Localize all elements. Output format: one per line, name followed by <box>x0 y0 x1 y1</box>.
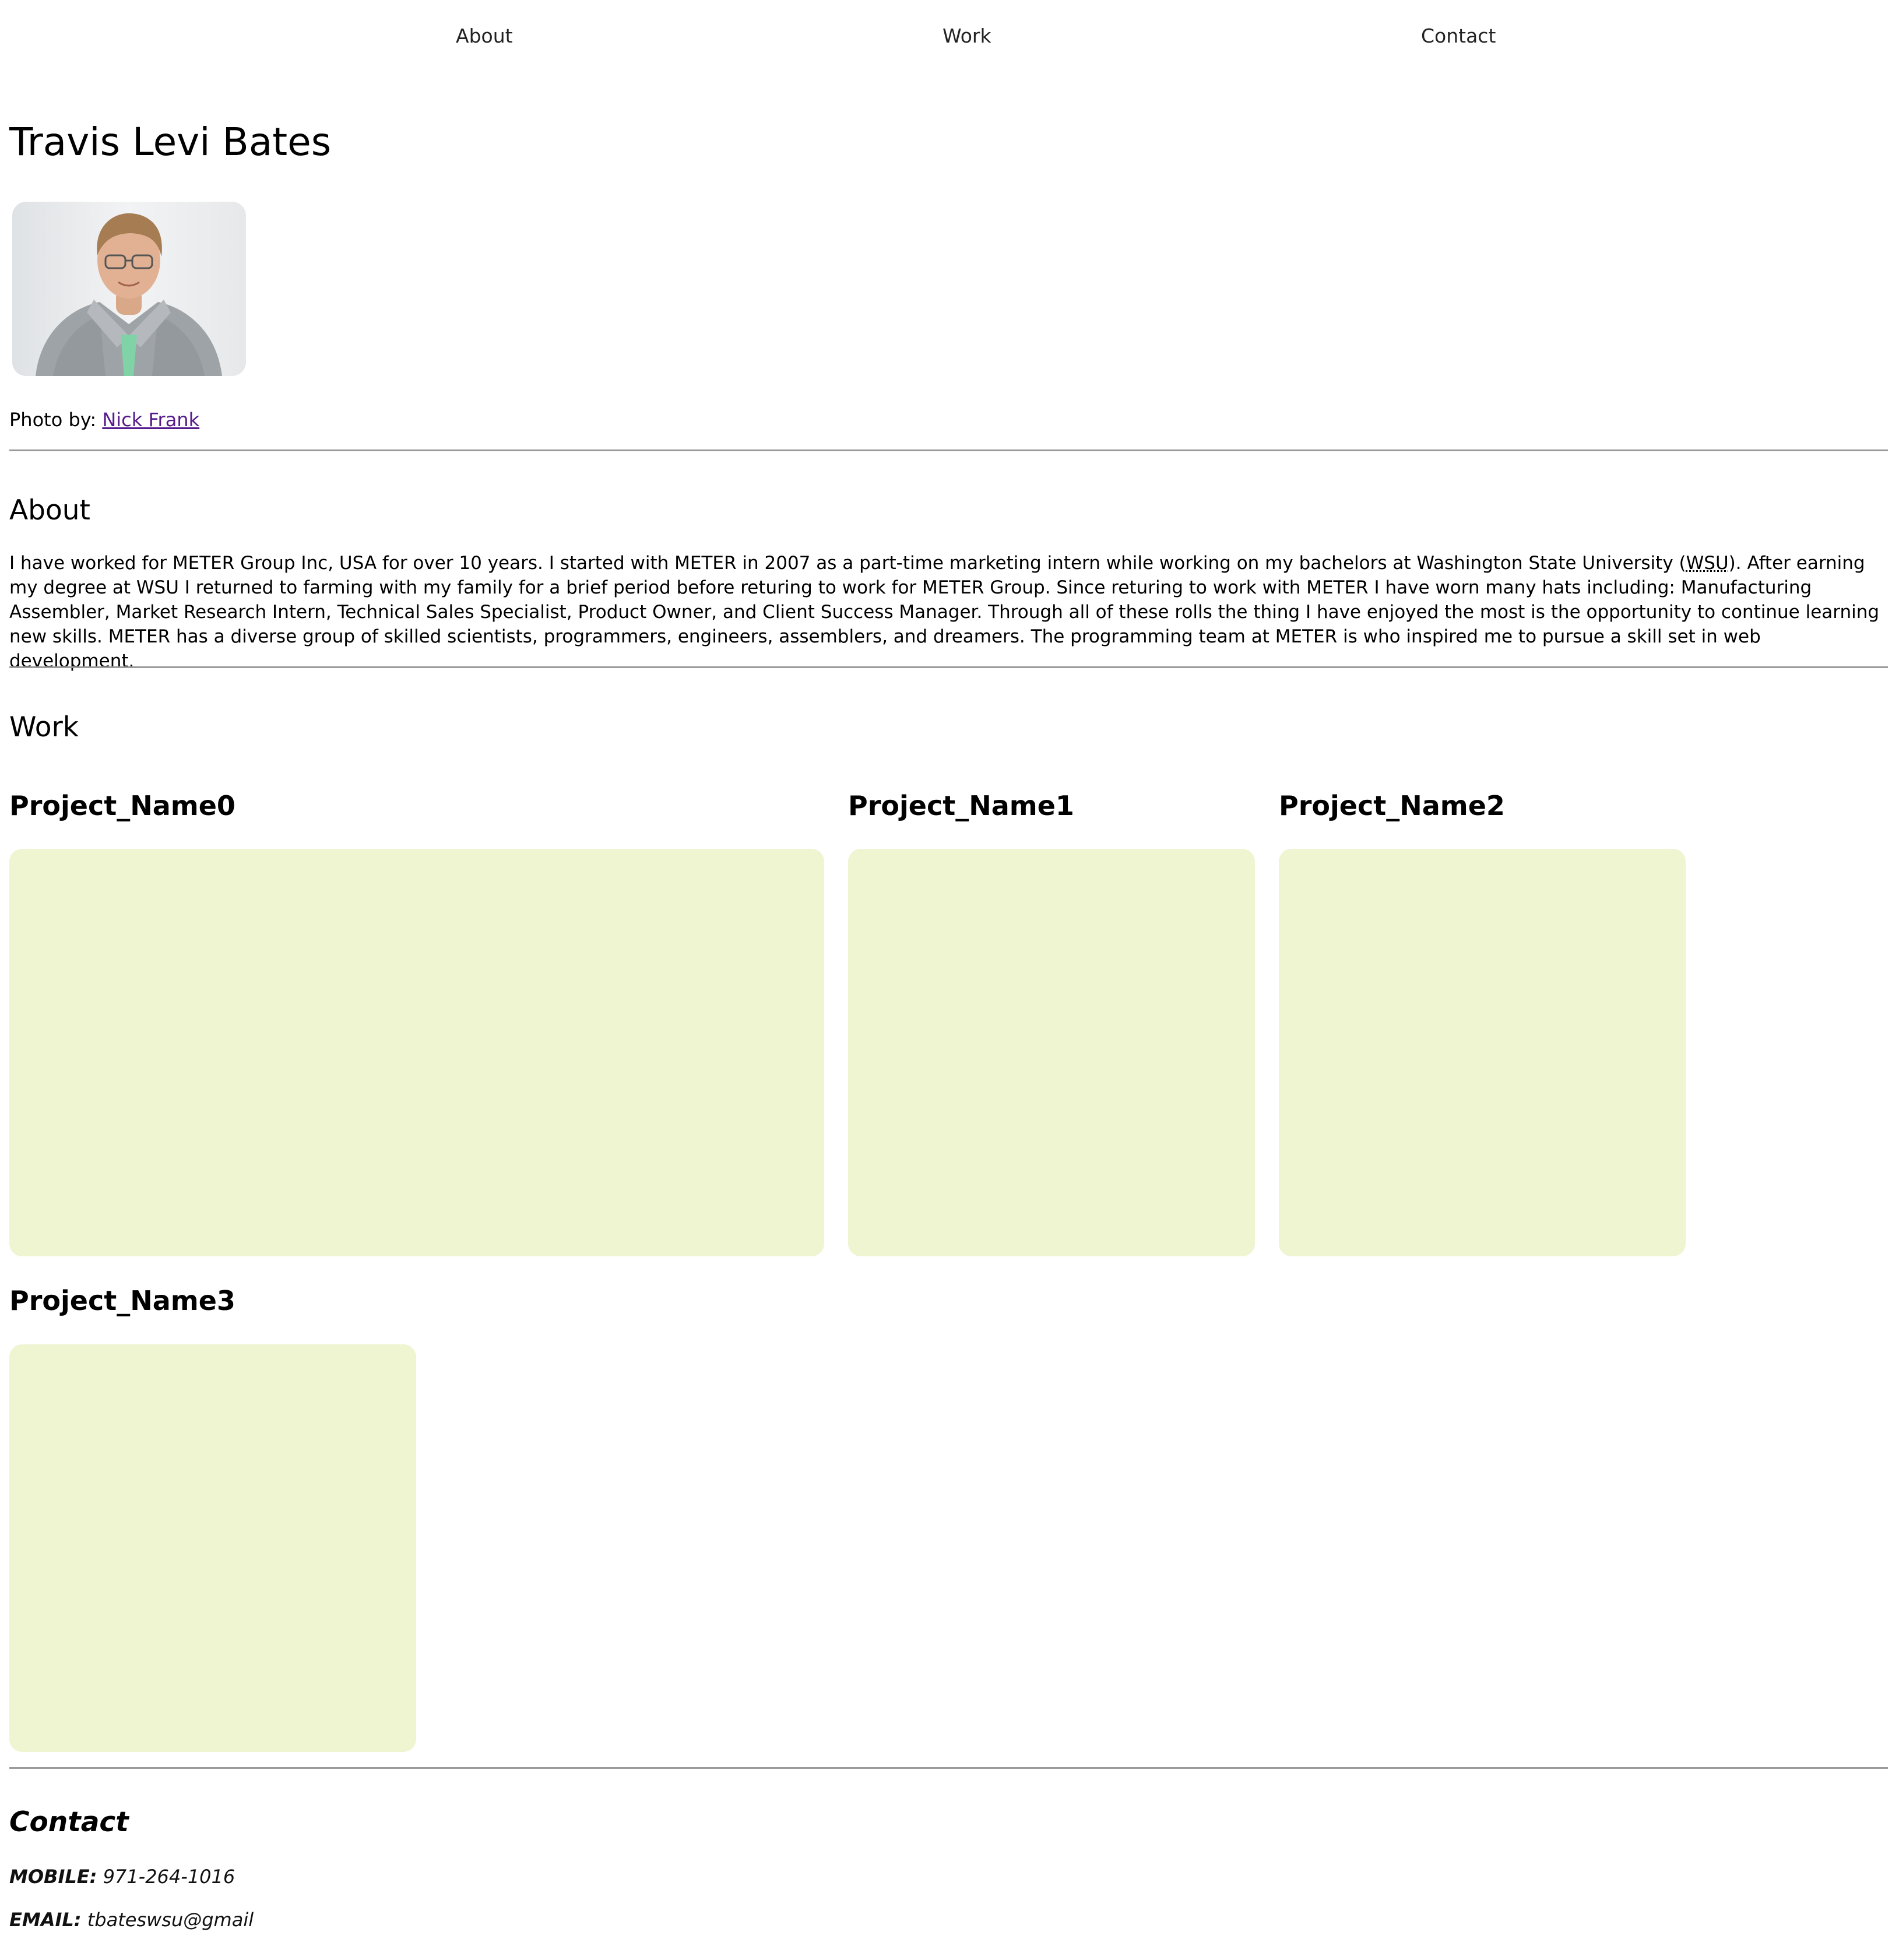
about-heading: About <box>9 494 90 526</box>
email-value: tbateswsu@gmail <box>87 1909 254 1931</box>
project-title-2: Project_Name2 <box>1279 790 1505 821</box>
photo-credit-label: Photo by: <box>9 409 97 431</box>
contact-heading: Contact <box>9 1806 129 1838</box>
portrait-image <box>12 202 246 376</box>
wsu-abbr: WSU <box>1686 553 1729 574</box>
nav-link-contact[interactable]: Contact <box>1421 24 1496 47</box>
photo-credit: Photo by: Nick Frank <box>9 409 199 431</box>
mobile-label: MOBILE: <box>9 1866 97 1888</box>
work-heading: Work <box>9 711 79 743</box>
nav-link-about[interactable]: About <box>456 24 513 47</box>
divider <box>9 449 1888 451</box>
top-nav: About Work Contact <box>0 0 1899 70</box>
divider <box>9 666 1888 668</box>
project-title-3: Project_Name3 <box>9 1285 235 1316</box>
contact-email: EMAIL: tbateswsu@gmail <box>9 1909 254 1931</box>
project-title-0: Project_Name0 <box>9 790 235 821</box>
nav-link-work[interactable]: Work <box>943 24 991 47</box>
email-label: EMAIL: <box>9 1909 82 1931</box>
project-card-1[interactable] <box>848 849 1255 1256</box>
project-title-1: Project_Name1 <box>848 790 1074 821</box>
mobile-value: 971-264-1016 <box>103 1866 235 1888</box>
contact-mobile: MOBILE: 971-264-1016 <box>9 1866 235 1888</box>
profile-photo <box>12 202 246 376</box>
page-title: Travis Levi Bates <box>9 120 332 164</box>
project-card-2[interactable] <box>1279 849 1686 1256</box>
project-card-3[interactable] <box>9 1344 416 1752</box>
divider <box>9 1767 1888 1769</box>
about-text-part1: I have worked for METER Group Inc, USA f… <box>9 553 1686 574</box>
about-paragraph: I have worked for METER Group Inc, USA f… <box>9 551 1889 673</box>
photographer-link[interactable]: Nick Frank <box>102 409 199 431</box>
project-card-0[interactable] <box>9 849 824 1256</box>
